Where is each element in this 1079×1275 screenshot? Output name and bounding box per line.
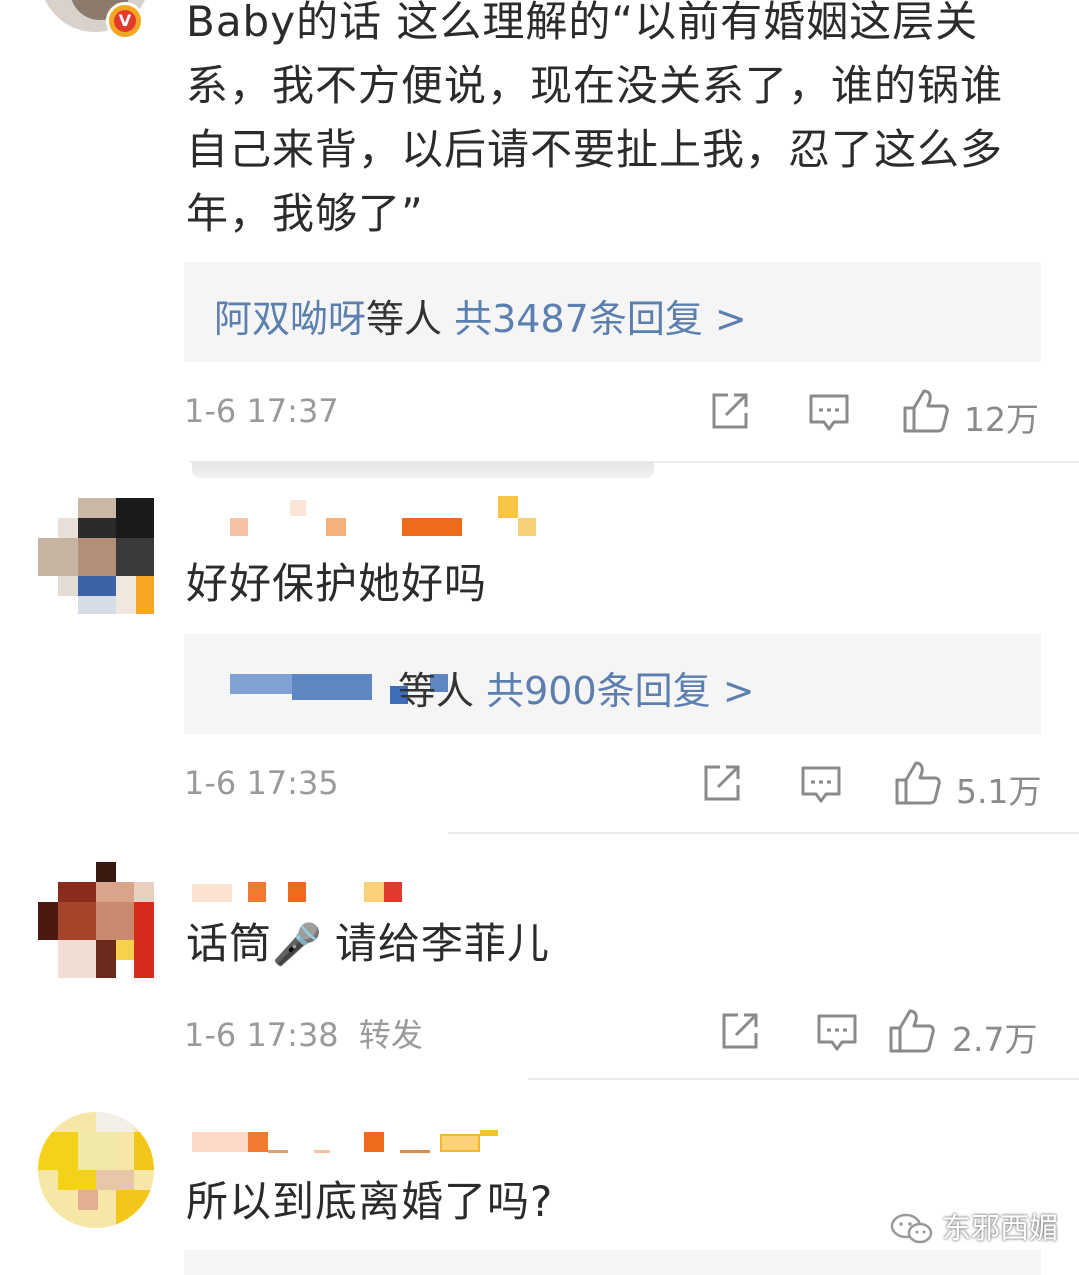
share-icon[interactable] xyxy=(702,763,742,803)
comment-3: 话筒🎤 请给李菲儿 1-6 17:38 转发 2.7万 xyxy=(0,850,1079,1090)
avatar[interactable] xyxy=(38,1112,154,1228)
timestamp-value: 1-6 17:38 xyxy=(184,1016,339,1054)
reply-connector: 等人 xyxy=(398,669,475,713)
repost-link[interactable]: 转发 xyxy=(359,1016,423,1054)
like-count: 2.7万 xyxy=(952,1020,1038,1059)
reply-user-names[interactable]: 阿双呦呀 xyxy=(214,297,366,341)
username-redacted[interactable] xyxy=(230,496,540,538)
comment-icon[interactable] xyxy=(816,1013,858,1053)
comment-text: 话筒🎤 请给李菲儿 xyxy=(186,912,1036,977)
timestamp: 1-6 17:38 转发 xyxy=(184,1010,423,1056)
avatar[interactable] xyxy=(38,862,154,978)
comment-1: V Baby的话 这么理解的“以前有婚姻这层关系，我不方便说，现在没关系了，谁的… xyxy=(0,0,1079,478)
like-count: 12万 xyxy=(964,400,1039,439)
username-redacted[interactable] xyxy=(192,880,412,906)
divider xyxy=(448,832,1079,834)
comment-text-start: 话筒 xyxy=(186,919,273,968)
reply-connector: 等人 xyxy=(366,297,443,341)
divider xyxy=(528,1078,1079,1080)
comment-text: 好好保护她好吗 xyxy=(186,559,488,608)
comment-icon[interactable] xyxy=(800,765,842,805)
share-icon[interactable] xyxy=(710,391,750,431)
share-icon[interactable] xyxy=(720,1011,760,1051)
timestamp: 1-6 17:35 xyxy=(184,764,339,802)
microphone-emoji: 🎤 xyxy=(272,922,323,968)
comment-text-end: 请给李菲儿 xyxy=(334,919,550,968)
timestamp: 1-6 17:37 xyxy=(184,392,339,430)
divider-shadow xyxy=(192,462,654,478)
next-reply-box-edge xyxy=(184,1250,1041,1275)
watermark-label: 东邪西媚 xyxy=(942,1211,1059,1245)
reply-count-link[interactable]: 共3487条回复 > xyxy=(454,297,747,341)
comment-2: 好好保护她好吗 等人 共900条回复 > 1-6 17:35 5.1万 xyxy=(0,480,1079,840)
comment-4: 所以到底离婚了吗? 东邪西媚 xyxy=(0,1100,1079,1275)
comment-icon[interactable] xyxy=(808,393,850,433)
comment-text: Baby的话 这么理解的“以前有婚姻这层关系，我不方便说，现在没关系了，谁的锅谁… xyxy=(186,0,1004,238)
verified-v-badge-icon: V xyxy=(106,2,144,40)
thumbs-up-icon[interactable] xyxy=(894,760,942,806)
like-count: 5.1万 xyxy=(956,772,1042,811)
reply-count-link[interactable]: 共900条回复 > xyxy=(486,669,754,713)
username-redacted[interactable] xyxy=(192,1130,502,1154)
avatar[interactable] xyxy=(38,498,154,614)
reply-summary[interactable]: 等人 共900条回复 > xyxy=(184,634,1041,734)
thumbs-up-icon[interactable] xyxy=(902,388,950,434)
reply-summary[interactable]: 阿双呦呀等人 共3487条回复 > xyxy=(184,262,1041,362)
wechat-icon xyxy=(890,1212,934,1246)
thumbs-up-icon[interactable] xyxy=(888,1008,936,1054)
